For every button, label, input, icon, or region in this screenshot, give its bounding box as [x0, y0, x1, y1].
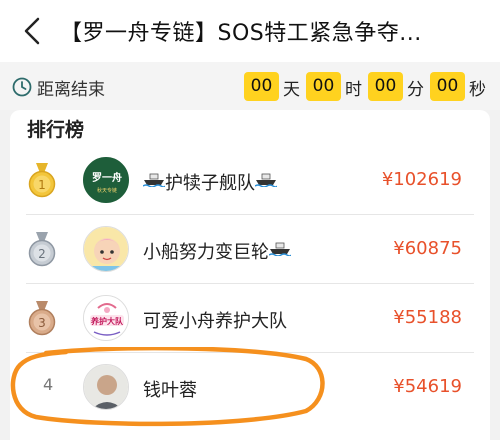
countdown-label: 距离结束	[37, 80, 105, 100]
avatar[interactable]: 养护大队	[83, 295, 129, 341]
countdown-hours: 00	[306, 72, 341, 101]
avatar[interactable]	[83, 226, 129, 272]
boat-emoji-icon	[255, 173, 277, 187]
donor-name: 可爱小舟养护大队	[143, 311, 287, 332]
rank-number: 1	[38, 178, 46, 192]
rank-number: 2	[38, 247, 46, 261]
countdown-days: 00	[244, 72, 279, 101]
avatar-image: 养护大队	[84, 296, 128, 340]
avatar[interactable]: 罗一舟 秋天专链	[83, 157, 129, 203]
countdown-minutes-unit: 分	[407, 80, 424, 100]
leaderboard-title: 排行榜	[27, 119, 85, 141]
silver-medal-icon: 2	[28, 232, 56, 267]
avatar-text: 养护大队	[90, 316, 124, 326]
rank-number: 3	[38, 316, 46, 330]
leaderboard-row[interactable]: 3 养护大队 可爱小舟养护大队 ¥55188	[10, 284, 490, 353]
countdown-hours-unit: 时	[345, 80, 362, 100]
donation-amount: ¥54619	[393, 376, 462, 397]
countdown-bar: 距离结束 00 天 00 时 00 分 00 秒	[0, 62, 500, 110]
countdown-minutes: 00	[368, 72, 403, 101]
clock-icon	[12, 77, 32, 97]
avatar-image	[84, 227, 128, 271]
donation-amount: ¥55188	[393, 307, 462, 328]
avatar-text: 罗一舟	[92, 171, 122, 184]
donation-amount: ¥60875	[393, 238, 462, 259]
highlight-annotation	[10, 347, 325, 427]
leaderboard-row[interactable]: 1 罗一舟 秋天专链 护犊子舰队 ¥102619	[10, 146, 490, 215]
donor-name-text: 小船努力变巨轮	[143, 242, 269, 263]
countdown-seconds: 00	[430, 72, 465, 101]
bronze-medal-icon: 3	[28, 301, 56, 336]
avatar-image: 罗一舟 秋天专链	[84, 158, 128, 202]
donation-amount: ¥102619	[381, 169, 462, 190]
top-bar: 【罗一舟专链】SOS特工紧急争夺...	[0, 0, 500, 62]
boat-emoji-icon	[143, 173, 165, 187]
page-title: 【罗一舟专链】SOS特工紧急争夺...	[60, 21, 422, 46]
gold-medal-icon: 1	[28, 163, 56, 198]
boat-emoji-icon	[269, 242, 291, 256]
donor-name-text: 护犊子舰队	[165, 173, 255, 194]
avatar-subtext: 秋天专链	[97, 187, 117, 194]
countdown-seconds-unit: 秒	[469, 80, 486, 100]
leaderboard-row[interactable]: 2 小船努力变巨轮 ¥60875	[10, 215, 490, 284]
back-arrow-icon[interactable]	[20, 16, 46, 46]
donor-name: 护犊子舰队	[143, 169, 277, 195]
donor-name: 小船努力变巨轮	[143, 238, 291, 264]
countdown-days-unit: 天	[283, 80, 300, 100]
